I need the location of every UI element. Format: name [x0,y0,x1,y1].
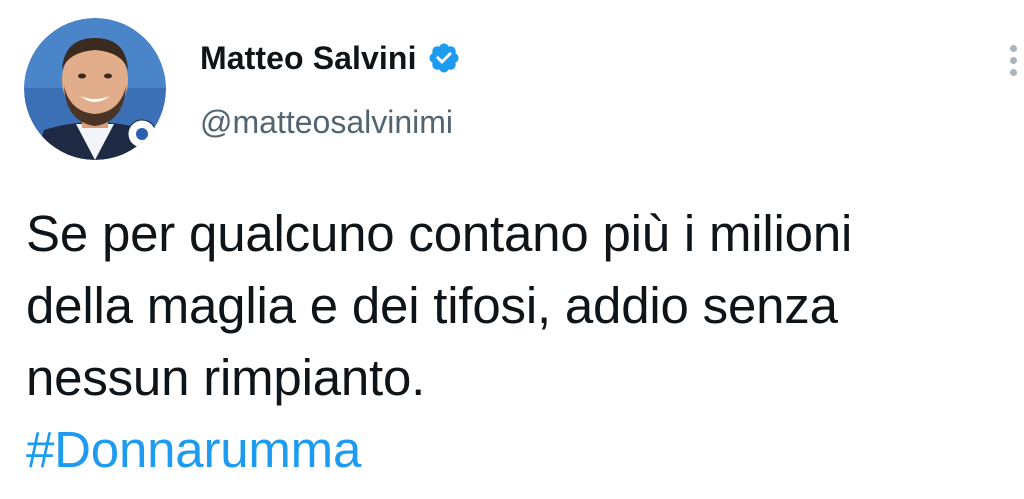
author-name-row: Matteo Salvini [200,38,461,78]
verified-badge-icon [427,41,461,75]
author-handle[interactable]: @matteosalvinimi [200,104,453,141]
hashtag-link[interactable]: #Donnarumma [26,414,1016,486]
tweet-text-line: nessun rimpianto. [26,349,426,406]
tweet-text-line: Se per qualcuno contano più i milioni [26,205,853,262]
tweet-text-line: della maglia e dei tifosi, addio senza [26,277,838,334]
tweet-card[interactable]: Matteo Salvini @matteosalvinimi Se per q… [0,0,1024,499]
more-options-icon[interactable] [998,38,1024,82]
author-display-name[interactable]: Matteo Salvini [200,40,417,77]
avatar-image [24,18,166,160]
tweet-text: Se per qualcuno contano più i milioni de… [26,198,1016,486]
author-avatar[interactable] [24,18,166,160]
